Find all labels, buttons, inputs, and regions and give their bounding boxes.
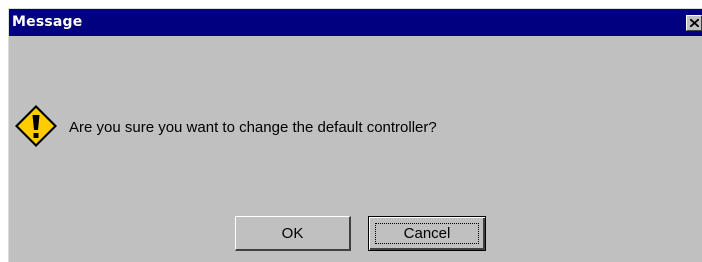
dialog-title: Message — [12, 14, 83, 30]
ok-button-label: OK — [281, 224, 304, 242]
message-dialog: Message Are you sure you want to change … — [8, 8, 702, 262]
cancel-button[interactable]: Cancel — [368, 216, 486, 251]
cancel-button-label: Cancel — [403, 225, 451, 242]
close-icon — [690, 19, 699, 27]
message-text: Are you sure you want to change the defa… — [69, 119, 437, 136]
close-button[interactable] — [686, 15, 702, 31]
ok-button[interactable]: OK — [235, 216, 351, 251]
title-bar[interactable]: Message — [9, 9, 702, 36]
warning-icon — [15, 105, 57, 147]
